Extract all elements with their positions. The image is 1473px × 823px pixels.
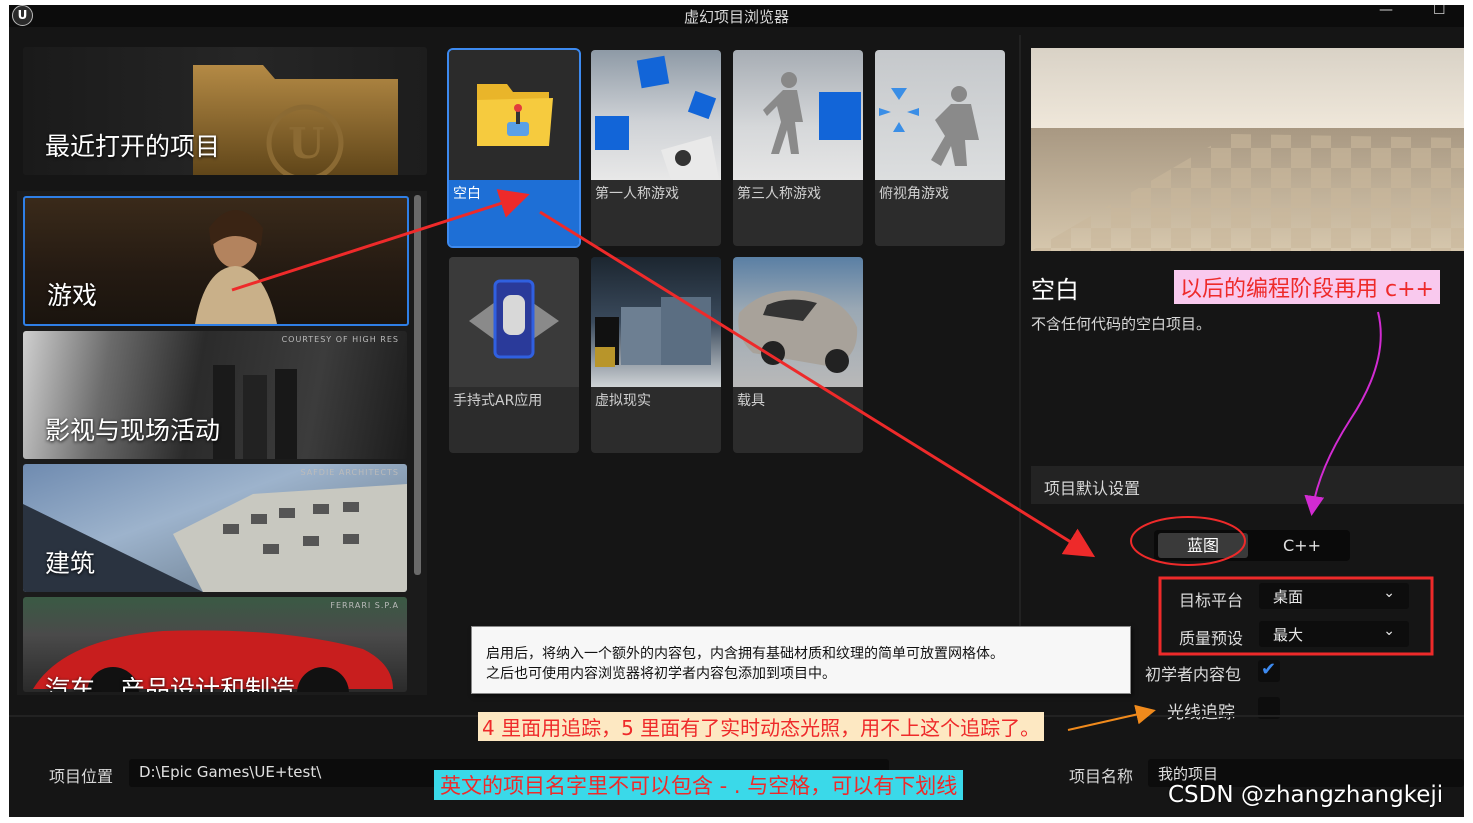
blueprint-circle	[1130, 516, 1246, 566]
arrow-to-raytracing	[1067, 704, 1156, 731]
arrow-to-blueprint	[539, 210, 1096, 558]
name-note: 英文的项目名字里不可以包含 - . 与空格，可以有下划线	[434, 770, 964, 800]
arrow-to-cpp	[1304, 311, 1382, 516]
annotation-overlay	[231, 189, 1434, 731]
arrow-to-blank	[231, 189, 530, 292]
watermark: CSDN @zhangzhangkeji	[1168, 782, 1444, 808]
raytrace-note: 4 里面用追踪，5 里面有了实时动态光照，用不上这个追踪了。	[478, 712, 1045, 741]
settings-highlight-box	[1158, 576, 1434, 656]
cpp-note: 以后的编程阶段再用 c++	[1174, 270, 1440, 304]
